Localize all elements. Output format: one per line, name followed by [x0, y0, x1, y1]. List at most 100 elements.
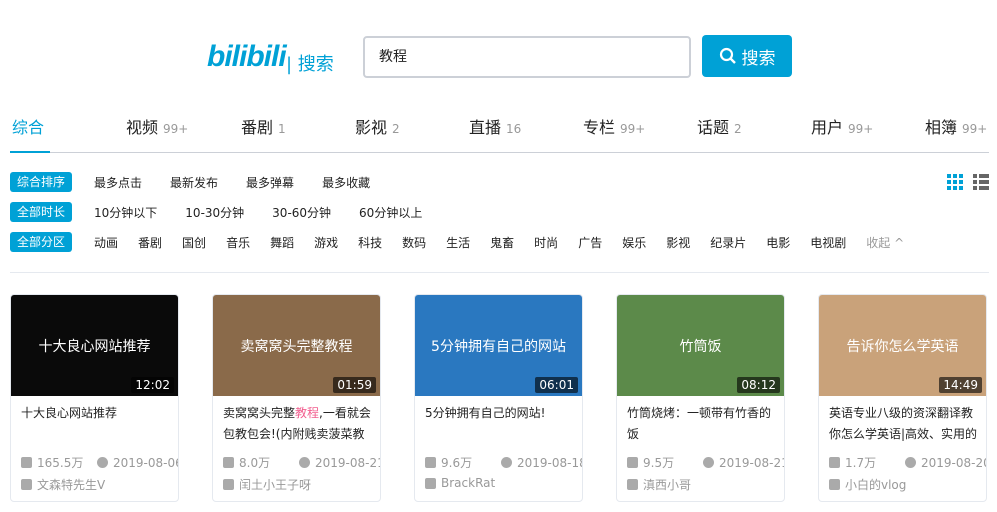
list-view-icon[interactable] [973, 174, 989, 194]
sort-option[interactable]: 最新发布 [170, 174, 218, 191]
video-title[interactable]: 卖窝窝头完整教程,一看就会包教包会!(内附贱卖菠菜教 [223, 403, 373, 445]
search-input[interactable]: 教程 [363, 36, 691, 78]
sort-filter-row: 综合排序 最多点击 最新发布 最多弹幕 最多收藏 [10, 172, 370, 192]
zone-badge[interactable]: 全部分区 [10, 232, 73, 252]
video-title[interactable]: 竹筒烧烤：一顿带有竹香的饭 [627, 403, 777, 445]
zone-option[interactable]: 广告 [578, 234, 602, 251]
zone-option[interactable]: 鬼畜 [490, 234, 514, 251]
zone-option[interactable]: 音乐 [226, 234, 250, 251]
video-card[interactable]: 告诉你怎么学英语 14:49 英语专业八级的资深翻译教你怎么学英语|高效、实用的… [818, 294, 987, 502]
video-title[interactable]: 十大良心网站推荐 [21, 403, 171, 445]
video-author[interactable]: 滇西小哥 [627, 476, 691, 493]
thumbnail-caption: 十大良心网站推荐 [38, 338, 151, 355]
title-highlight: 教程 [295, 406, 320, 420]
zone-option[interactable]: 时尚 [534, 234, 558, 251]
zone-option[interactable]: 数码 [402, 234, 426, 251]
video-author[interactable]: 小白的vlog [829, 476, 906, 493]
zone-filter-row: 全部分区 动画 番剧 国创 音乐 舞蹈 游戏 科技 数码 生活 鬼畜 时尚 广告 娱乐 影视 纪录片 电影 电视… [10, 232, 904, 252]
zone-option[interactable]: 电视剧 [810, 234, 846, 251]
video-card[interactable]: 十大良心网站推荐 12:02 十大良心网站推荐 165.5万 2019-08-06… [10, 294, 179, 502]
tab-0[interactable]: 综合 [12, 114, 44, 138]
zone-option[interactable]: 科技 [358, 234, 382, 251]
collapse-toggle[interactable]: 收起 ^ [866, 234, 904, 251]
duration-option[interactable]: 30-60分钟 [272, 204, 331, 221]
video-title[interactable]: 5分钟拥有自己的网站! [425, 403, 575, 445]
duration-filter-row: 全部时长 10分钟以下 10-30分钟 30-60分钟 60分钟以上 [10, 202, 422, 222]
video-thumbnail[interactable]: 卖窝窝头完整教程 01:59 [213, 295, 380, 396]
bilibili-logo[interactable]: bilibili [207, 40, 287, 74]
video-author[interactable]: 闰土小王子呀 [223, 476, 311, 493]
zone-option[interactable]: 国创 [182, 234, 206, 251]
video-author[interactable]: BrackRat [425, 476, 495, 490]
zone-option[interactable]: 纪录片 [710, 234, 746, 251]
video-stats: 165.5万 2019-08-06 [21, 454, 178, 471]
video-duration: 01:59 [333, 377, 376, 393]
author-name: BrackRat [441, 476, 496, 490]
duration-option[interactable]: 10分钟以下 [94, 204, 157, 221]
video-card[interactable]: 5分钟拥有自己的网站 06:01 5分钟拥有自己的网站! 9.6万 2019-08… [414, 294, 583, 502]
upload-date: 2019-08-21 [719, 455, 785, 470]
zone-option[interactable]: 动画 [94, 234, 118, 251]
user-icon [627, 479, 638, 490]
duration-badge[interactable]: 全部时长 [10, 202, 73, 222]
sort-option[interactable]: 最多收藏 [322, 174, 370, 191]
play-count-icon [21, 457, 32, 468]
video-thumbnail[interactable]: 5分钟拥有自己的网站 06:01 [415, 295, 582, 396]
tab-count: 16 [506, 122, 522, 136]
clock-icon [703, 457, 714, 468]
logo-suffix: | 搜索 [286, 54, 334, 75]
tab-label: 相簿 [925, 118, 958, 137]
view-count: 1.7万 [845, 456, 877, 470]
tab-6[interactable]: 话题 2 [697, 114, 742, 138]
user-icon [829, 479, 840, 490]
tab-label: 直播 [469, 118, 502, 137]
zone-option[interactable]: 生活 [446, 234, 470, 251]
duration-option[interactable]: 10-30分钟 [185, 204, 244, 221]
search-button[interactable]: 搜索 [702, 35, 792, 77]
tab-label: 专栏 [583, 118, 616, 137]
tab-count: 99+ [962, 122, 988, 136]
video-thumbnail[interactable]: 十大良心网站推荐 12:02 [11, 295, 178, 396]
video-stats: 1.7万 2019-08-20 [829, 454, 986, 471]
tab-1[interactable]: 视频 99+ [126, 114, 188, 138]
tab-5[interactable]: 专栏 99+ [583, 114, 645, 138]
logo-suffix-text: 搜索 [297, 54, 334, 75]
zone-option[interactable]: 影视 [666, 234, 690, 251]
tab-count: 99+ [848, 122, 874, 136]
search-button-label: 搜索 [741, 48, 776, 69]
video-stats: 9.5万 2019-08-21 [627, 454, 785, 471]
play-count-icon [829, 457, 840, 468]
author-name: 闰土小王子呀 [239, 478, 312, 492]
zone-option[interactable]: 娱乐 [622, 234, 646, 251]
sort-badge[interactable]: 综合排序 [10, 172, 73, 192]
grid-view-icon[interactable] [947, 174, 963, 194]
play-count-icon [627, 457, 638, 468]
zone-option[interactable]: 番剧 [138, 234, 162, 251]
zone-option[interactable]: 游戏 [314, 234, 338, 251]
tab-8[interactable]: 相簿 99+ [925, 114, 987, 138]
tab-count: 2 [392, 122, 400, 136]
sort-option[interactable]: 最多弹幕 [246, 174, 294, 191]
duration-option[interactable]: 60分钟以上 [359, 204, 422, 221]
video-card[interactable]: 卖窝窝头完整教程 01:59 卖窝窝头完整教程,一看就会包教包会!(内附贱卖菠菜… [212, 294, 381, 502]
thumbnail-caption: 卖窝窝头完整教程 [240, 338, 353, 355]
author-name: 小白的vlog [845, 478, 907, 492]
video-card[interactable]: 竹筒饭 08:12 竹筒烧烤：一顿带有竹香的饭 9.5万 2019-08-21 滇… [616, 294, 785, 502]
sort-option[interactable]: 最多点击 [94, 174, 142, 191]
video-duration: 08:12 [737, 377, 780, 393]
zone-option[interactable]: 舞蹈 [270, 234, 294, 251]
thumbnail-caption: 告诉你怎么学英语 [846, 338, 959, 355]
video-author[interactable]: 文森特先生V [21, 476, 105, 493]
play-count-icon [223, 457, 234, 468]
video-thumbnail[interactable]: 告诉你怎么学英语 14:49 [819, 295, 986, 396]
tab-2[interactable]: 番剧 1 [241, 114, 286, 138]
tab-7[interactable]: 用户 99+ [811, 114, 873, 138]
tab-4[interactable]: 直播 16 [469, 114, 521, 138]
title-text: 英语专业八级的资深翻译教你怎么学英语|高效、实用的 [829, 406, 978, 441]
tab-count: 99+ [163, 122, 189, 136]
author-name: 文森特先生V [37, 478, 106, 492]
video-title[interactable]: 英语专业八级的资深翻译教你怎么学英语|高效、实用的 [829, 403, 979, 445]
zone-option[interactable]: 电影 [766, 234, 790, 251]
tab-3[interactable]: 影视 2 [355, 114, 400, 138]
video-thumbnail[interactable]: 竹筒饭 08:12 [617, 295, 784, 396]
